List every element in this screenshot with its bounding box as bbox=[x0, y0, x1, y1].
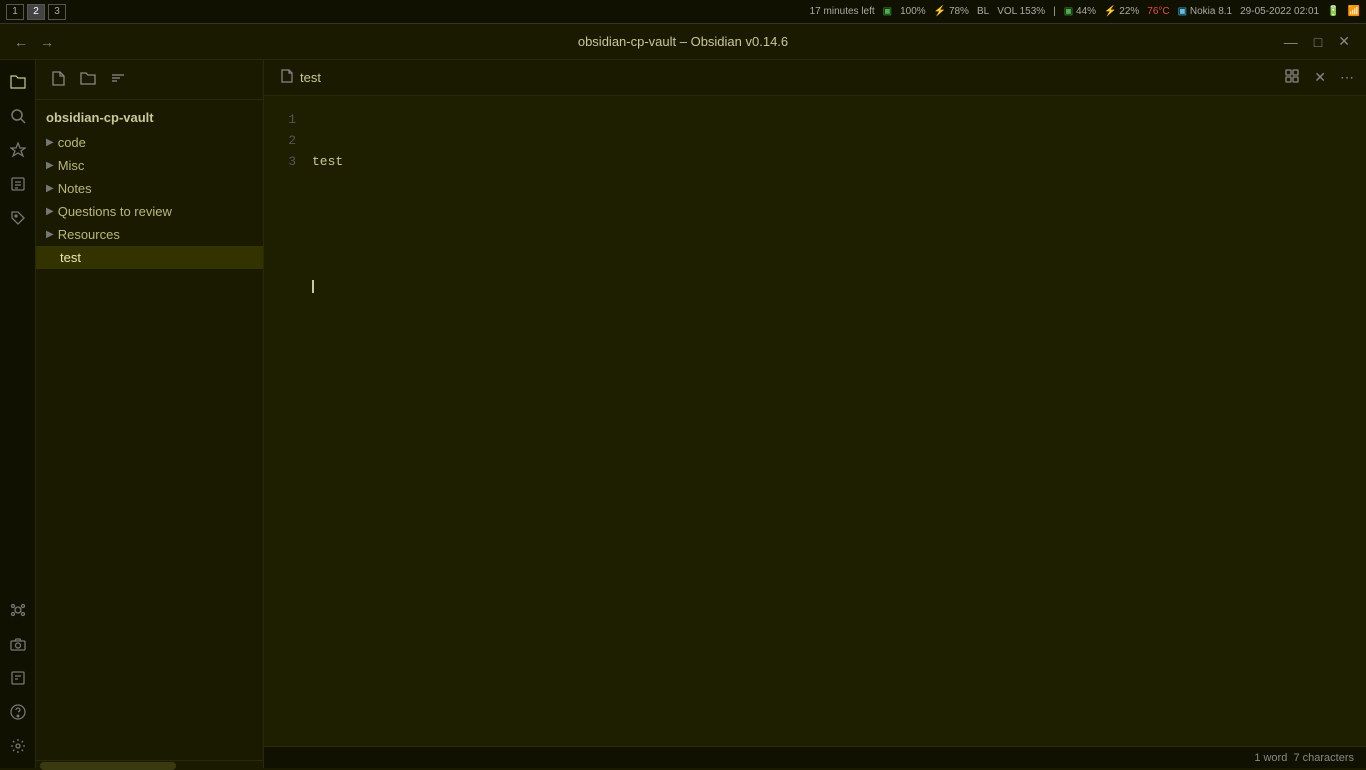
sidebar-header bbox=[36, 60, 263, 100]
battery-icon2: 🔋 bbox=[1327, 6, 1339, 17]
editor-text[interactable]: test bbox=[304, 96, 1366, 746]
sidebar-content: obsidian-cp-vault ▶ code ▶ Misc ▶ Notes … bbox=[36, 100, 263, 760]
mode: BL bbox=[977, 6, 989, 17]
window-controls: — □ ✕ bbox=[1268, 31, 1366, 52]
sort-button[interactable] bbox=[106, 68, 130, 91]
char-count: 7 characters bbox=[1293, 752, 1354, 764]
tree-arrow-notes: ▶ bbox=[46, 183, 54, 194]
rail-icon-help[interactable] bbox=[4, 698, 32, 726]
battery-pct: 100% bbox=[900, 6, 926, 17]
workspace-3[interactable]: 3 bbox=[48, 4, 66, 20]
network: ▣ Nokia 8.1 bbox=[1178, 6, 1232, 17]
editor-tabbar: test ✕ ⋯ bbox=[264, 60, 1366, 96]
rail-icon-files[interactable] bbox=[4, 68, 32, 96]
signal-icon: 📶 bbox=[1348, 6, 1360, 17]
time-left: 17 minutes left bbox=[810, 6, 875, 17]
nav-buttons: ← → bbox=[0, 32, 68, 52]
cpu1: ▣ 44% bbox=[1064, 6, 1096, 17]
sidebar-item-label-misc: Misc bbox=[58, 158, 85, 173]
forward-button[interactable]: → bbox=[36, 32, 58, 52]
line-num-1: 1 bbox=[264, 110, 296, 131]
sidebar-item-questions[interactable]: ▶ Questions to review bbox=[36, 200, 263, 223]
rail-icon-publish[interactable] bbox=[4, 664, 32, 692]
rail-icon-search[interactable] bbox=[4, 102, 32, 130]
tree-arrow-resources: ▶ bbox=[46, 229, 54, 240]
line-num-3: 3 bbox=[264, 152, 296, 173]
workspace-2[interactable]: 2 bbox=[27, 4, 45, 20]
sidebar-item-label-questions: Questions to review bbox=[58, 204, 172, 219]
minimize-button[interactable]: — bbox=[1278, 31, 1304, 52]
editor-line-3 bbox=[312, 276, 1366, 297]
back-button[interactable]: ← bbox=[10, 32, 32, 52]
editor-content[interactable]: 1 2 3 test bbox=[264, 96, 1366, 746]
vol: VOL 153% bbox=[997, 6, 1045, 17]
icon-rail bbox=[0, 60, 36, 768]
tree-arrow-misc: ▶ bbox=[46, 160, 54, 171]
vault-name: obsidian-cp-vault bbox=[36, 104, 263, 131]
maximize-button[interactable]: □ bbox=[1308, 31, 1328, 52]
editor-tab-test[interactable]: test bbox=[272, 65, 329, 90]
editor-line-2 bbox=[312, 214, 1366, 235]
sidebar-item-code[interactable]: ▶ code bbox=[36, 131, 263, 154]
rail-icon-settings[interactable] bbox=[4, 732, 32, 760]
more-options-button[interactable]: ⋯ bbox=[1336, 67, 1358, 88]
close-tab-button[interactable]: ✕ bbox=[1310, 67, 1330, 88]
battery-pct2: ⚡ 78% bbox=[934, 6, 969, 17]
sidebar-scrollbar-area bbox=[36, 760, 263, 768]
app-layout: obsidian-cp-vault ▶ code ▶ Misc ▶ Notes … bbox=[0, 60, 1366, 768]
status-bar: 1 word 7 characters bbox=[264, 746, 1366, 768]
editor-tab-label: test bbox=[300, 70, 321, 85]
file-icon bbox=[280, 69, 294, 86]
sidebar-item-label-code: code bbox=[58, 135, 86, 150]
window-title: obsidian-cp-vault – Obsidian v0.14.6 bbox=[578, 34, 788, 49]
datetime: 29-05-2022 02:01 bbox=[1240, 6, 1319, 17]
sidebar-item-label-notes: Notes bbox=[58, 181, 92, 196]
rail-icon-graph[interactable] bbox=[4, 596, 32, 624]
sidebar-item-misc[interactable]: ▶ Misc bbox=[36, 154, 263, 177]
tree-arrow-questions: ▶ bbox=[46, 206, 54, 217]
status-items: 17 minutes left ▣ 100% ⚡ 78% BL VOL 153%… bbox=[810, 6, 1360, 17]
new-file-button[interactable] bbox=[46, 68, 70, 91]
sidebar-item-test[interactable]: test bbox=[36, 246, 263, 269]
sidebar-item-label-resources: Resources bbox=[58, 227, 120, 242]
editor-line-1: test bbox=[312, 152, 1366, 173]
tree-arrow-code: ▶ bbox=[46, 137, 54, 148]
rail-icon-starred[interactable] bbox=[4, 136, 32, 164]
workspace-indicators: 1 2 3 bbox=[6, 4, 66, 20]
toggle-view-button[interactable] bbox=[1280, 66, 1304, 89]
sidebar-item-label-test: test bbox=[46, 250, 81, 265]
rail-icon-tags[interactable] bbox=[4, 204, 32, 232]
rail-icon-camera[interactable] bbox=[4, 630, 32, 658]
close-button[interactable]: ✕ bbox=[1332, 31, 1356, 52]
line-num-2: 2 bbox=[264, 131, 296, 152]
sidebar-item-notes[interactable]: ▶ Notes bbox=[36, 177, 263, 200]
word-count: 1 word bbox=[1254, 752, 1287, 764]
titlebar: ← → obsidian-cp-vault – Obsidian v0.14.6… bbox=[0, 24, 1366, 60]
sidebar-item-resources[interactable]: ▶ Resources bbox=[36, 223, 263, 246]
temp: 76°C bbox=[1147, 6, 1169, 17]
editor-area: test ✕ ⋯ 1 2 3 bbox=[264, 60, 1366, 768]
sidebar: obsidian-cp-vault ▶ code ▶ Misc ▶ Notes … bbox=[36, 60, 264, 768]
line-numbers: 1 2 3 bbox=[264, 96, 304, 746]
rail-icon-recent[interactable] bbox=[4, 170, 32, 198]
topbar: 1 2 3 17 minutes left ▣ 100% ⚡ 78% BL VO… bbox=[0, 0, 1366, 24]
workspace-1[interactable]: 1 bbox=[6, 4, 24, 20]
editor-toolbar: ✕ ⋯ bbox=[1280, 66, 1358, 89]
new-folder-button[interactable] bbox=[76, 68, 100, 91]
sidebar-scrollbar[interactable] bbox=[40, 762, 176, 770]
battery-icon: ▣ bbox=[883, 6, 892, 17]
cpu2: ⚡ 22% bbox=[1104, 6, 1139, 17]
